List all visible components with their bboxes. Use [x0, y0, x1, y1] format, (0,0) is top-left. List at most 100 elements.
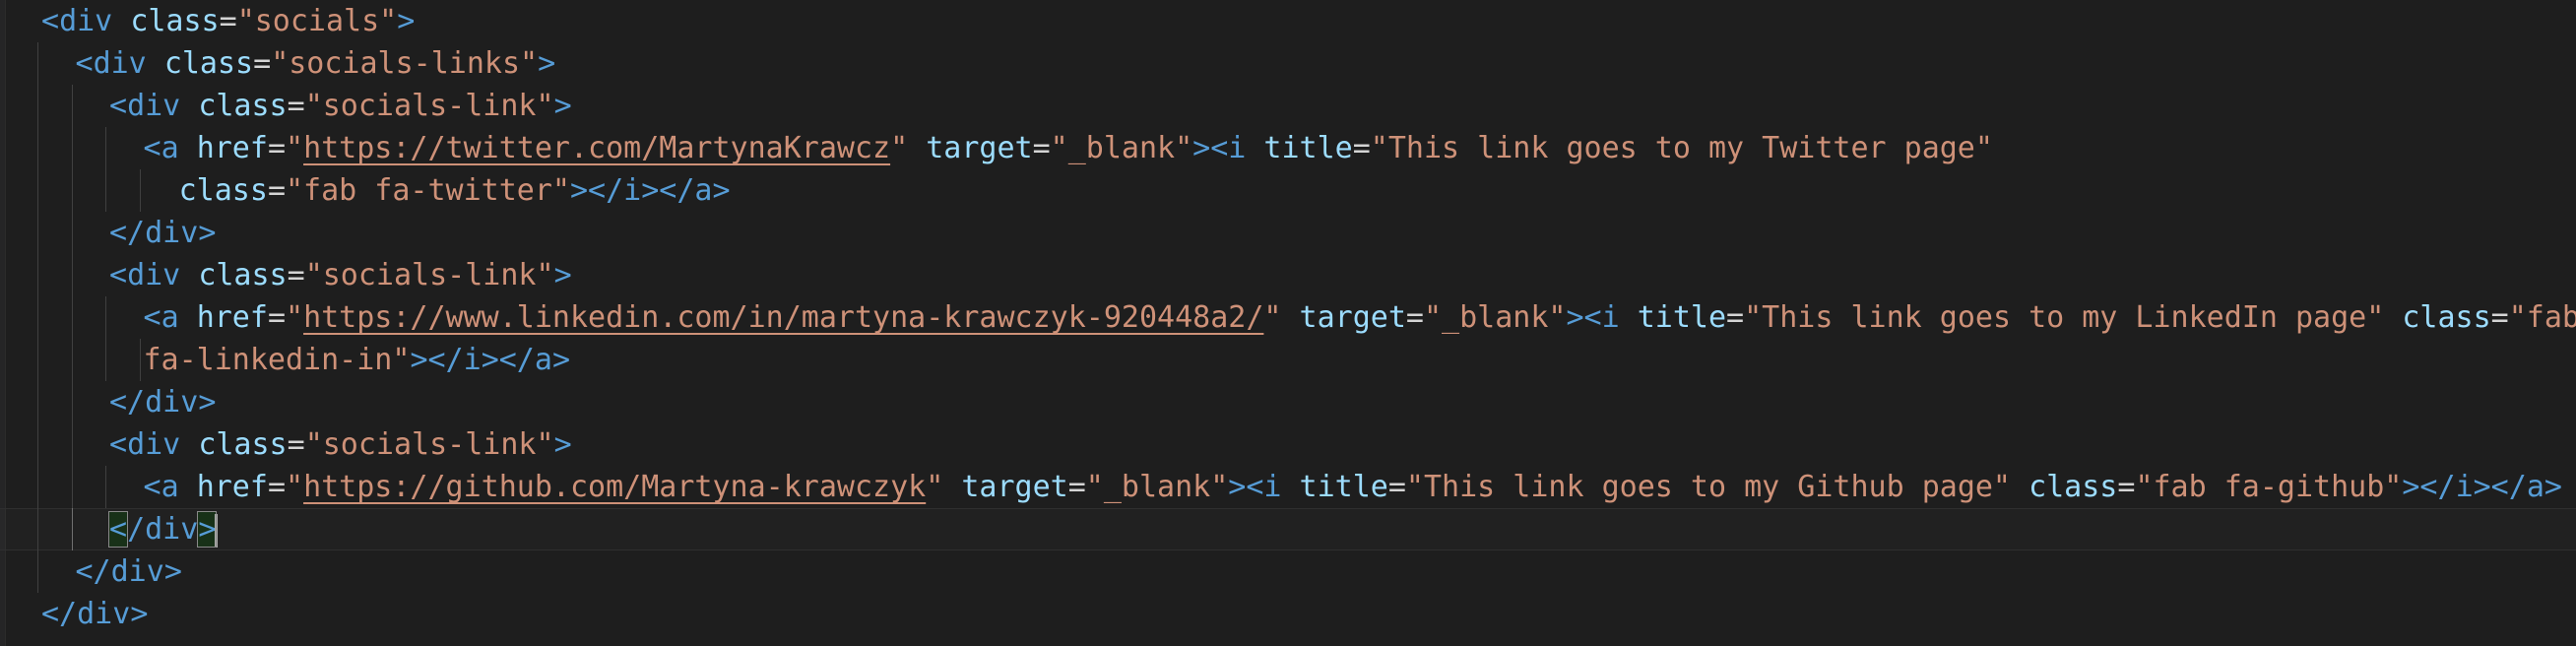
- code-line[interactable]: <a href="https://twitter.com/MartynaKraw…: [0, 127, 2576, 169]
- code-token: "socials-link": [304, 427, 554, 462]
- code-token: >: [553, 258, 572, 292]
- url-link[interactable]: https://github.com/Martyna-krawczyk: [303, 470, 926, 504]
- code-token: ><: [1566, 300, 1602, 335]
- code-line[interactable]: </div>: [0, 212, 2576, 254]
- code-token: ></: [2473, 470, 2527, 504]
- code-token: class: [198, 258, 288, 292]
- code-token: >: [198, 385, 217, 420]
- code-editor[interactable]: <div class="socials"> <div class="socials…: [0, 0, 2576, 646]
- code-token: class: [178, 173, 268, 208]
- code-token: title: [1637, 300, 1727, 335]
- indent-guide: [71, 466, 73, 508]
- code-line[interactable]: <div class="socials-link">: [0, 423, 2576, 466]
- code-token: "fab: [2508, 300, 2576, 335]
- indent-guide: [37, 508, 38, 550]
- code-token: div: [127, 89, 181, 123]
- code-line[interactable]: fa-linkedin-in"></i></a>: [0, 339, 2576, 381]
- indent-guide: [37, 127, 38, 169]
- code-token: =: [267, 131, 286, 165]
- code-token: >: [553, 427, 572, 462]
- code-token: a: [161, 470, 179, 504]
- code-token: i: [463, 343, 482, 377]
- indent-guide: [71, 339, 73, 381]
- indent-guide: [71, 169, 73, 212]
- code-token: =: [2117, 470, 2136, 504]
- code-lines[interactable]: <div class="socials"> <div class="socials…: [0, 0, 2576, 635]
- code-token: "This link goes to my LinkedIn page": [1744, 300, 2385, 335]
- code-token: "socials-links": [271, 46, 539, 81]
- code-token: target: [926, 131, 1033, 165]
- code-line-content: <div class="socials-link">: [109, 85, 572, 127]
- indent-guide: [105, 296, 106, 339]
- indent-guide: [139, 169, 141, 212]
- code-token: "_blank": [1423, 300, 1567, 335]
- code-token: class: [130, 4, 220, 38]
- code-line[interactable]: </div>: [0, 550, 2576, 593]
- code-token: class: [2402, 300, 2491, 335]
- indent-guide: [105, 466, 106, 508]
- code-line-content: </div>: [107, 508, 219, 550]
- code-token: "fab fa-github": [2135, 470, 2403, 504]
- code-token: <: [41, 4, 60, 38]
- code-token: div: [145, 216, 199, 250]
- code-token: i: [623, 173, 642, 208]
- code-line-content: <div class="socials-link">: [109, 423, 572, 466]
- code-token: =: [1352, 131, 1371, 165]
- url-link[interactable]: https://www.linkedin.com/in/martyna-kraw…: [303, 300, 1263, 335]
- code-token: ": [286, 300, 304, 335]
- indent-guide: [37, 254, 38, 296]
- code-token: div: [59, 4, 113, 38]
- code-token: =: [1067, 470, 1086, 504]
- code-token: a: [694, 173, 713, 208]
- code-line-content: </div>: [109, 212, 216, 254]
- code-token: =: [287, 258, 305, 292]
- code-token: ></: [569, 173, 624, 208]
- code-token: ": [926, 470, 944, 504]
- code-token: =: [1032, 131, 1051, 165]
- code-line[interactable]: <div class="socials">: [0, 0, 2576, 42]
- code-token: <: [143, 131, 161, 165]
- code-token: i: [1601, 300, 1620, 335]
- code-token: title: [1263, 131, 1353, 165]
- code-line[interactable]: </div>: [0, 381, 2576, 423]
- code-line-content: <div class="socials-links">: [76, 42, 556, 85]
- code-line[interactable]: <a href="https://github.com/Martyna-kraw…: [0, 466, 2576, 508]
- code-line[interactable]: <div class="socials-link">: [0, 85, 2576, 127]
- code-token: =: [1405, 300, 1424, 335]
- indent-guide: [37, 42, 38, 85]
- code-line-content: fa-linkedin-in"></i></a>: [144, 339, 571, 381]
- text-cursor: [215, 513, 219, 548]
- code-token: /: [127, 512, 146, 547]
- code-token: >: [712, 173, 731, 208]
- code-line[interactable]: <div class="socials-link">: [0, 254, 2576, 296]
- code-line[interactable]: <div class="socials-links">: [0, 42, 2576, 85]
- indent-guide: [37, 296, 38, 339]
- indent-guide: [139, 339, 141, 381]
- code-token: >: [163, 554, 182, 589]
- code-line[interactable]: </div>: [0, 593, 2576, 635]
- code-token: href: [196, 131, 268, 165]
- code-token: >: [130, 597, 149, 631]
- code-line[interactable]: <a href="https://www.linkedin.com/in/mar…: [0, 296, 2576, 339]
- indent-guide: [105, 169, 106, 212]
- code-token: <: [109, 427, 128, 462]
- code-token: =: [219, 4, 237, 38]
- indent-guide: [71, 296, 73, 339]
- code-line[interactable]: </div>: [0, 508, 2576, 550]
- code-token: ": [286, 131, 304, 165]
- code-line[interactable]: class="fab fa-twitter"></i></a>: [0, 169, 2576, 212]
- indent-guide: [37, 169, 38, 212]
- code-token: div: [127, 427, 181, 462]
- url-link[interactable]: https://twitter.com/MartynaKrawcz: [303, 131, 890, 165]
- indent-guide: [105, 127, 106, 169]
- code-token: =: [253, 46, 272, 81]
- code-token: </: [75, 554, 111, 589]
- code-token: title: [1299, 470, 1388, 504]
- code-token: "socials": [236, 4, 398, 38]
